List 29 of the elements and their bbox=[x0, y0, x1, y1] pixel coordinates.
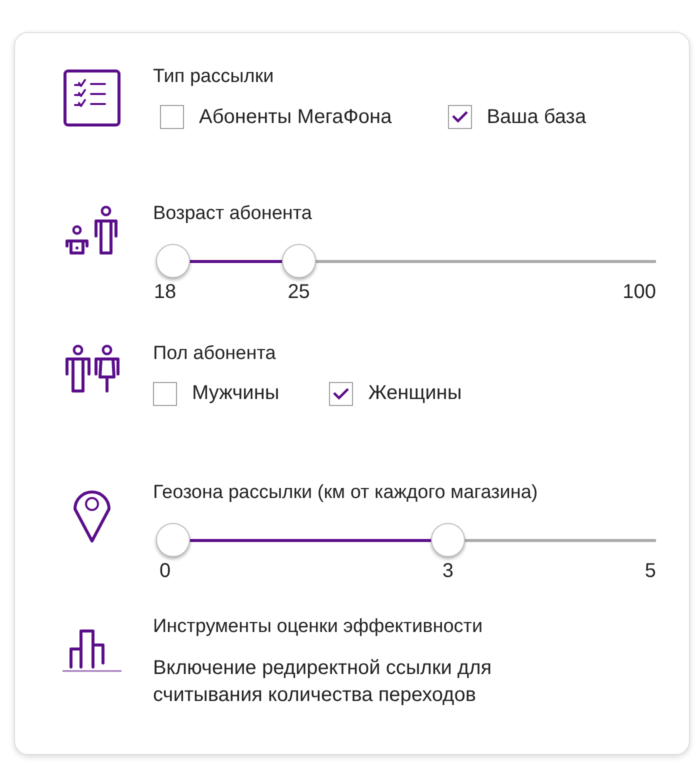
range-slider[interactable] bbox=[156, 244, 656, 278]
check-icon bbox=[333, 388, 350, 400]
checkbox-option[interactable]: Ваша база bbox=[448, 105, 586, 129]
checkbox[interactable] bbox=[329, 382, 354, 406]
slider-thumb[interactable] bbox=[430, 523, 465, 558]
checkbox-option[interactable]: Мужчины bbox=[153, 382, 280, 406]
checkbox[interactable] bbox=[160, 105, 184, 129]
slider-value: 0 bbox=[159, 559, 171, 584]
slider-thumb[interactable] bbox=[156, 523, 190, 558]
slider-thumb[interactable] bbox=[156, 244, 190, 278]
section-title: Пол абонента bbox=[153, 342, 277, 366]
range-slider[interactable] bbox=[156, 523, 656, 558]
section-title: Инструменты оценки эффективности bbox=[153, 615, 484, 640]
checkbox-option[interactable]: Абоненты МегаФона bbox=[160, 105, 392, 129]
description-text: Включение редиректной ссылки для считывания количества переходов bbox=[153, 656, 493, 708]
section-title: Геозона рассылки (км от каждого магазина) bbox=[153, 481, 539, 506]
slider-thumb[interactable] bbox=[282, 244, 316, 278]
slider-value: 18 bbox=[154, 280, 176, 304]
checklist-icon bbox=[61, 67, 123, 129]
check-icon bbox=[452, 111, 468, 123]
checkbox-option[interactable]: Женщины bbox=[329, 382, 462, 406]
slider-max: 5 bbox=[644, 559, 656, 584]
checkbox[interactable] bbox=[448, 105, 472, 129]
slider-value: 3 bbox=[442, 559, 454, 584]
checkbox[interactable] bbox=[153, 382, 177, 406]
section-title: Тип рассылки bbox=[153, 65, 275, 89]
slider-value: 25 bbox=[288, 280, 310, 304]
section-title: Возраст абонента bbox=[153, 202, 313, 226]
slider-max: 100 bbox=[622, 280, 656, 304]
